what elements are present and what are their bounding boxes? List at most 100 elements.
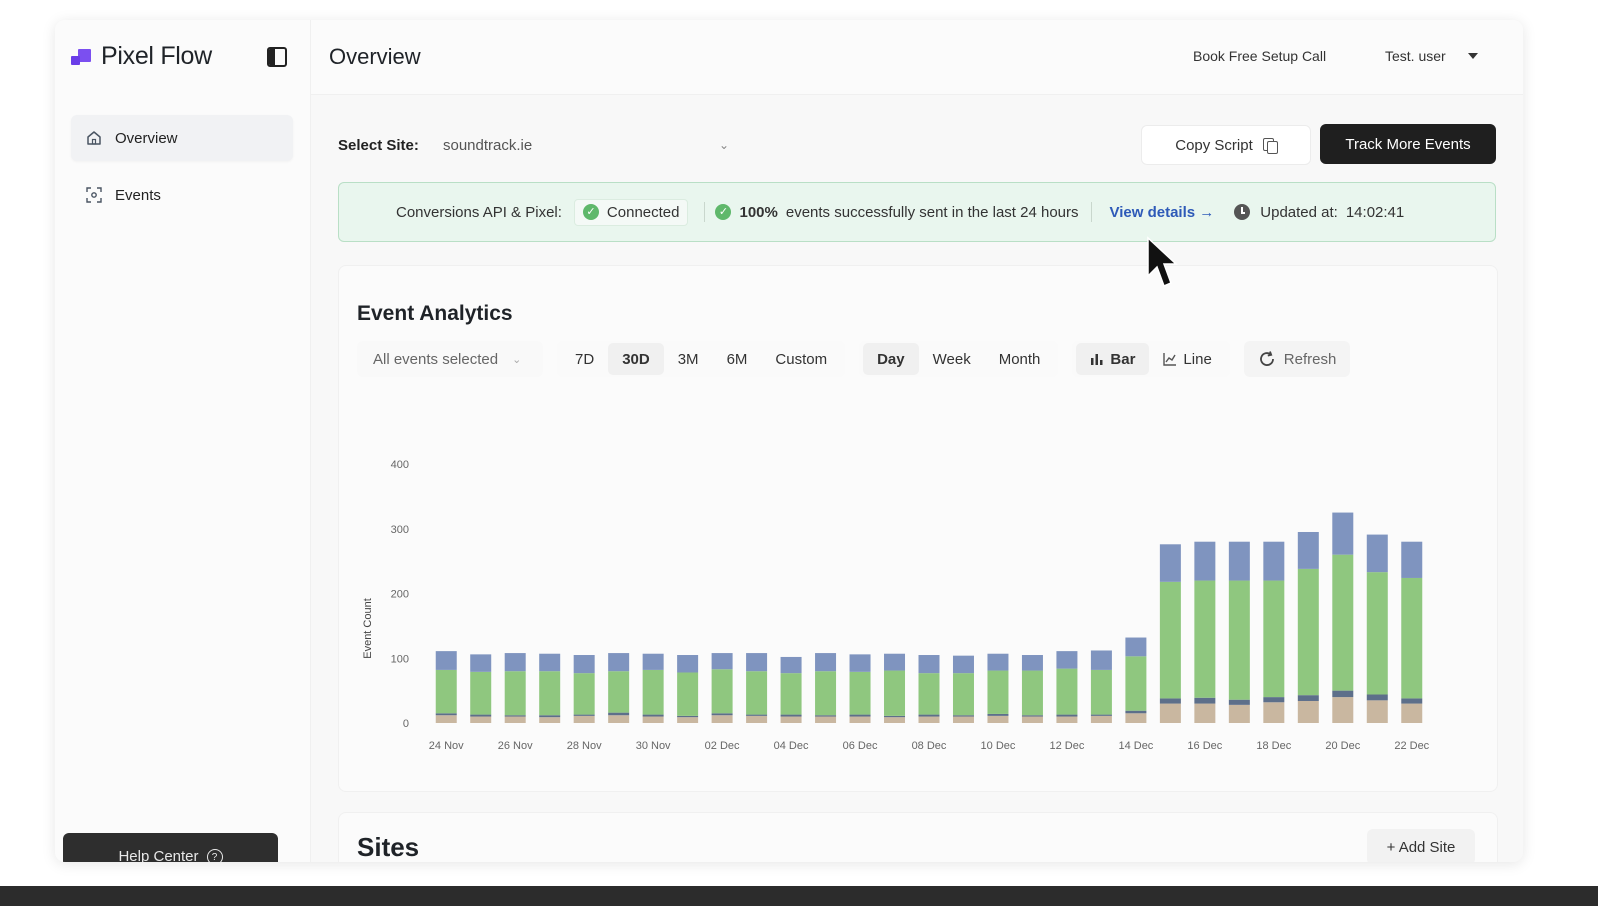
sites-card: Sites + Add Site bbox=[338, 812, 1498, 862]
bar-segment bbox=[1090, 714, 1112, 716]
bar-segment bbox=[573, 655, 595, 674]
event-analytics-card: Event Analytics All events selected ⌄ 7D… bbox=[338, 265, 1498, 792]
bar-segment bbox=[1090, 669, 1112, 715]
granularity-month[interactable]: Month bbox=[985, 343, 1055, 375]
bar-segment bbox=[884, 670, 906, 716]
copy-script-button[interactable]: Copy Script bbox=[1141, 125, 1311, 165]
bar-segment bbox=[608, 715, 630, 723]
bar-segment bbox=[1021, 670, 1043, 716]
bar-segment bbox=[1263, 541, 1285, 581]
bar-segment bbox=[1366, 534, 1388, 573]
bar-segment bbox=[1297, 531, 1319, 569]
bar-segment bbox=[1228, 580, 1250, 700]
events-select[interactable]: All events selected ⌄ bbox=[357, 341, 543, 377]
bar-segment bbox=[573, 715, 595, 723]
caret-down-icon bbox=[1467, 53, 1478, 59]
copy-script-label: Copy Script bbox=[1175, 136, 1253, 154]
bar-segment bbox=[849, 714, 871, 717]
bar-segment bbox=[1332, 512, 1354, 555]
x-tick-label: 20 Dec bbox=[1325, 740, 1360, 752]
bar-segment bbox=[539, 715, 561, 718]
bar-segment bbox=[1401, 541, 1423, 578]
sidebar-item-overview[interactable]: Overview bbox=[71, 115, 293, 161]
bar-segment bbox=[1194, 697, 1216, 704]
bar-segment bbox=[1228, 704, 1250, 723]
bar-segment bbox=[815, 715, 837, 717]
bar-segment bbox=[1090, 715, 1112, 723]
events-icon bbox=[85, 186, 103, 204]
sidebar-item-events[interactable]: Events bbox=[71, 172, 293, 218]
bar-segment bbox=[987, 713, 1009, 716]
bar-segment bbox=[815, 716, 837, 723]
updated-label: Updated at: bbox=[1260, 203, 1338, 221]
sidebar-collapse-icon[interactable] bbox=[267, 47, 287, 67]
status-label: Conversions API & Pixel: bbox=[396, 203, 562, 221]
bar-segment bbox=[1125, 710, 1147, 714]
bar-segment bbox=[780, 716, 802, 723]
x-tick-label: 30 Nov bbox=[636, 740, 671, 752]
bar-segment bbox=[1021, 716, 1043, 723]
add-site-button[interactable]: + Add Site bbox=[1367, 829, 1475, 862]
bar-segment bbox=[918, 655, 940, 674]
bar-segment bbox=[608, 653, 630, 672]
bar-segment bbox=[987, 653, 1009, 671]
bar-segment bbox=[1297, 568, 1319, 696]
range-30d[interactable]: 30D bbox=[608, 343, 664, 375]
granularity-week[interactable]: Week bbox=[919, 343, 985, 375]
bar-segment bbox=[435, 651, 457, 670]
x-tick-label: 16 Dec bbox=[1187, 740, 1222, 752]
bar-segment bbox=[1366, 572, 1388, 695]
sidebar-item-label: Overview bbox=[115, 129, 178, 147]
sidebar: Pixel Flow Overview Events Help Center ? bbox=[55, 20, 311, 862]
bar-segment bbox=[1056, 716, 1078, 723]
bar-segment bbox=[1159, 581, 1181, 699]
x-tick-label: 12 Dec bbox=[1050, 740, 1085, 752]
user-menu[interactable]: Test. user bbox=[1385, 48, 1478, 64]
analytics-title: Event Analytics bbox=[357, 302, 513, 325]
bar-segment bbox=[815, 653, 837, 672]
bar-segment bbox=[1021, 655, 1043, 671]
sites-title: Sites bbox=[357, 832, 420, 862]
bar-segment bbox=[884, 653, 906, 671]
bar-segment bbox=[952, 673, 974, 716]
view-details-link[interactable]: View details → bbox=[1110, 204, 1215, 221]
bar-segment bbox=[1332, 554, 1354, 691]
x-tick-label: 14 Dec bbox=[1118, 740, 1153, 752]
help-center-button[interactable]: Help Center ? bbox=[63, 833, 278, 862]
range-6m[interactable]: 6M bbox=[713, 343, 762, 375]
range-3m[interactable]: 3M bbox=[664, 343, 713, 375]
bar-segment bbox=[849, 654, 871, 672]
analytics-toolbar: All events selected ⌄ 7D 30D 3M 6M Custo… bbox=[357, 339, 1351, 379]
bar-segment bbox=[677, 715, 699, 718]
bar-segment bbox=[1159, 544, 1181, 582]
bar-segment bbox=[987, 715, 1009, 723]
bar-segment bbox=[677, 672, 699, 716]
events-select-value: All events selected bbox=[373, 350, 499, 368]
bar-segment bbox=[573, 673, 595, 715]
track-more-events-button[interactable]: Track More Events bbox=[1320, 124, 1496, 164]
bar-segment bbox=[952, 715, 974, 717]
bar-segment bbox=[608, 712, 630, 716]
bar-segment bbox=[1125, 637, 1147, 657]
granularity-day[interactable]: Day bbox=[863, 343, 919, 375]
question-icon: ? bbox=[206, 849, 223, 862]
x-tick-label: 08 Dec bbox=[912, 740, 947, 752]
bar-segment bbox=[1401, 703, 1423, 723]
range-custom[interactable]: Custom bbox=[761, 343, 841, 375]
clock-icon bbox=[1234, 204, 1251, 220]
bar-segment bbox=[1228, 699, 1250, 705]
bar-segment bbox=[918, 714, 940, 717]
bar-segment bbox=[1125, 713, 1147, 723]
pixel-flow-logo-icon bbox=[71, 46, 93, 68]
bar-chart-icon bbox=[1091, 354, 1103, 365]
refresh-button[interactable]: Refresh bbox=[1243, 341, 1351, 377]
range-7d[interactable]: 7D bbox=[561, 343, 608, 375]
success-percent: 100% bbox=[739, 203, 778, 221]
book-setup-call-link[interactable]: Book Free Setup Call bbox=[1193, 48, 1326, 64]
chart-type-bar[interactable]: Bar bbox=[1076, 343, 1150, 375]
site-select[interactable]: soundtrack.ie ⌄ bbox=[431, 127, 741, 163]
selected-site: soundtrack.ie bbox=[443, 136, 533, 154]
bar-segment bbox=[884, 717, 906, 723]
bar-segment bbox=[1056, 651, 1078, 669]
chart-type-line[interactable]: Line bbox=[1149, 343, 1225, 375]
